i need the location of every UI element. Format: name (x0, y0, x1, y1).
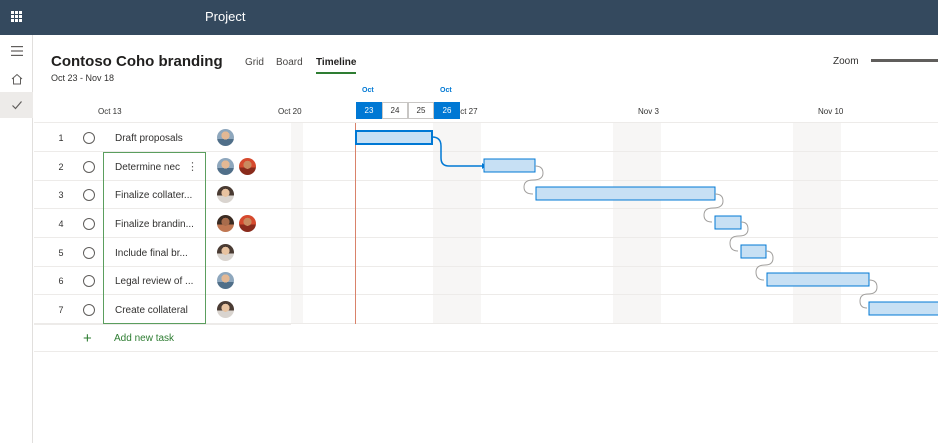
dependency-connector (431, 136, 482, 167)
gantt-chart (355, 130, 938, 316)
task-bar[interactable] (714, 215, 742, 230)
task-bar[interactable] (766, 272, 870, 287)
task-bar[interactable] (483, 158, 536, 173)
task-bar[interactable] (535, 186, 716, 201)
task-bar[interactable] (868, 301, 938, 316)
task-bar[interactable] (355, 130, 433, 145)
task-bar[interactable] (740, 244, 767, 259)
